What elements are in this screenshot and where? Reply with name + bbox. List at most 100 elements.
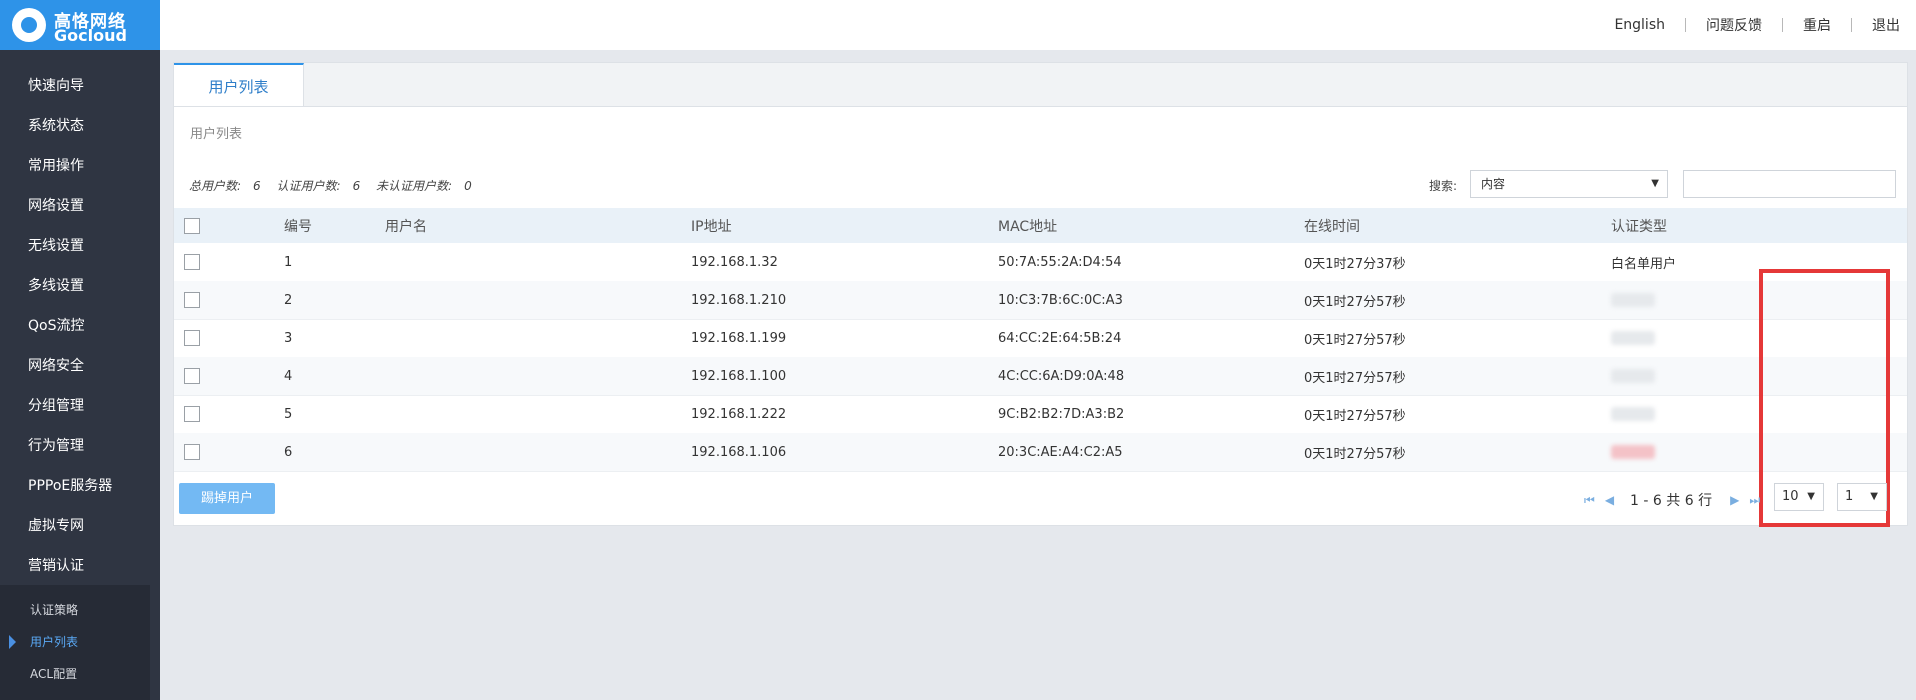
table-row[interactable]: 2 192.168.1.210 10:C3:7B:6C:0C:A3 0天1时27… <box>174 281 1907 320</box>
search-field-value: 内容 <box>1481 177 1506 191</box>
sidebar-item-vpn[interactable]: 虚拟专网 <box>0 506 160 546</box>
cell-mac: 64:CC:2E:64:5B:24 <box>998 330 1122 346</box>
sidebar-item-marketing-auth[interactable]: 营销认证 <box>0 546 160 586</box>
row-checkbox[interactable] <box>184 368 200 384</box>
header-username[interactable]: 用户名 <box>385 208 427 243</box>
sidebar-item-groups[interactable]: 分组管理 <box>0 386 160 426</box>
cell-mac: 4C:CC:6A:D9:0A:48 <box>998 368 1125 384</box>
cell-ip: 192.168.1.106 <box>691 444 787 460</box>
cell-online-time: 0天1时27分57秒 <box>1304 294 1406 310</box>
cell-index: 2 <box>284 292 293 308</box>
kick-user-button[interactable]: 踢掉用户 <box>179 483 275 514</box>
row-select-cell <box>184 357 200 395</box>
cell-mac: 50:7A:55:2A:D4:54 <box>998 254 1122 270</box>
select-all-checkbox[interactable] <box>184 217 200 234</box>
cell-online-time: 0天1时27分57秒 <box>1304 332 1406 348</box>
table-row[interactable]: 3 192.168.1.199 64:CC:2E:64:5B:24 0天1时27… <box>174 319 1907 358</box>
sidebar-item-behavior[interactable]: 行为管理 <box>0 426 160 466</box>
table-row[interactable]: 5 192.168.1.222 9C:B2:B2:7D:A3:B2 0天1时27… <box>174 395 1907 434</box>
cell-ip: 192.168.1.100 <box>691 368 787 384</box>
sidebar-item-wizard[interactable]: 快速向导 <box>0 66 160 106</box>
sidebar-item-security[interactable]: 网络安全 <box>0 346 160 386</box>
header-ip[interactable]: IP地址 <box>691 208 732 243</box>
tab-bar: 用户列表 <box>174 63 1907 107</box>
cell-online-time: 0天1时27分37秒 <box>1304 256 1406 272</box>
cell-ip: 192.168.1.199 <box>691 330 787 346</box>
sidebar-item-multiline[interactable]: 多线设置 <box>0 266 160 306</box>
page-number-select[interactable]: 1 ▼ <box>1837 483 1887 511</box>
next-page-icon[interactable]: ▶ <box>1730 493 1739 507</box>
cloud-logo-icon <box>12 8 46 42</box>
prev-page-icon[interactable]: ◀ <box>1605 493 1614 507</box>
header-index[interactable]: 编号 <box>284 208 312 243</box>
row-select-cell <box>184 395 200 433</box>
cell-index: 5 <box>284 406 293 422</box>
restart-link[interactable]: 重启 <box>1783 15 1851 35</box>
user-list-panel: 用户列表 用户列表 总用户数: 6 认证用户数: 6 未认证用户数: 0 搜索: 内容… <box>173 62 1908 527</box>
brand-name-en: Gocloud <box>54 26 127 45</box>
sidebar-item-pppoe[interactable]: PPPoE服务器 <box>0 466 160 506</box>
user-stats: 总用户数: 6 认证用户数: 6 未认证用户数: 0 <box>189 177 484 194</box>
first-page-icon[interactable]: ⏮ <box>1584 493 1595 508</box>
page-size-select[interactable]: 10 ▼ <box>1774 483 1824 511</box>
search-input[interactable] <box>1683 170 1896 198</box>
subnav-item-acl[interactable]: ACL配置 <box>0 658 150 690</box>
pagination: ⏮ ◀ 1 - 6 共 6 行 ▶ ⏭ <box>1584 490 1770 510</box>
language-link[interactable]: English <box>1594 17 1685 33</box>
header-auth-type[interactable]: 认证类型 <box>1611 208 1667 243</box>
row-checkbox[interactable] <box>184 406 200 422</box>
cell-mac: 20:3C:AE:A4:C2:A5 <box>998 444 1123 460</box>
chevron-down-icon: ▼ <box>1651 178 1659 189</box>
top-links: English 问题反馈 重启 退出 <box>1594 0 1916 50</box>
row-checkbox[interactable] <box>184 254 200 270</box>
subnav-item-auth-policy[interactable]: 认证策略 <box>0 594 150 626</box>
cell-online-time: 0天1时27分57秒 <box>1304 446 1406 462</box>
total-users-value: 6 <box>253 179 261 193</box>
cell-auth-type-redacted <box>1611 433 1655 471</box>
logout-link[interactable]: 退出 <box>1852 15 1916 35</box>
total-users-label: 总用户数: <box>189 179 242 193</box>
table-row[interactable]: 6 192.168.1.106 20:3C:AE:A4:C2:A5 0天1时27… <box>174 433 1907 472</box>
redacted-mask <box>1611 331 1655 345</box>
row-checkbox[interactable] <box>184 292 200 308</box>
cell-mac: 10:C3:7B:6C:0C:A3 <box>998 292 1123 308</box>
header-online-time[interactable]: 在线时间 <box>1304 208 1360 243</box>
subnav-item-label: 用户列表 <box>30 635 79 649</box>
row-select-cell <box>184 281 200 319</box>
redacted-mask <box>1611 369 1655 383</box>
page-size-value: 10 <box>1782 489 1799 504</box>
sidebar: 高恪网络 Gocloud 快速向导 系统状态 常用操作 网络设置 无线设置 多线… <box>0 0 160 700</box>
sidebar-item-network[interactable]: 网络设置 <box>0 186 160 226</box>
search-field-select[interactable]: 内容 ▼ <box>1470 170 1668 198</box>
sidebar-item-system-status[interactable]: 系统状态 <box>0 106 160 146</box>
sidebar-item-wireless[interactable]: 无线设置 <box>0 226 160 266</box>
cell-auth-type-redacted <box>1611 281 1655 319</box>
brand-logo[interactable]: 高恪网络 Gocloud <box>0 0 160 50</box>
chevron-down-icon: ▼ <box>1807 491 1815 502</box>
row-checkbox[interactable] <box>184 330 200 346</box>
unauth-users-label: 未认证用户数: <box>376 179 453 193</box>
cell-auth-type: 白名单用户 <box>1611 256 1677 272</box>
feedback-link[interactable]: 问题反馈 <box>1686 15 1782 35</box>
cell-index: 6 <box>284 444 293 460</box>
header-mac[interactable]: MAC地址 <box>998 208 1057 243</box>
subnav-item-user-list[interactable]: 用户列表 <box>0 626 150 658</box>
last-page-icon[interactable]: ⏭ <box>1749 493 1760 508</box>
auth-users-value: 6 <box>352 179 361 193</box>
unauth-users-value: 0 <box>464 179 472 193</box>
page-number-value: 1 <box>1845 489 1854 504</box>
page-info: 1 - 6 共 6 行 <box>1630 493 1713 509</box>
table-row[interactable]: 1 192.168.1.32 50:7A:55:2A:D4:54 0天1时27分… <box>174 243 1907 282</box>
auth-users-label: 认证用户数: <box>276 179 341 193</box>
tab-user-list[interactable]: 用户列表 <box>174 63 304 106</box>
cell-auth-type-redacted <box>1611 357 1655 395</box>
sidebar-item-qos[interactable]: QoS流控 <box>0 306 160 346</box>
cell-online-time: 0天1时27分57秒 <box>1304 408 1406 424</box>
row-select-cell <box>184 319 200 357</box>
sidebar-item-common-ops[interactable]: 常用操作 <box>0 146 160 186</box>
cell-index: 1 <box>284 254 293 270</box>
cell-ip: 192.168.1.210 <box>691 292 787 308</box>
row-checkbox[interactable] <box>184 444 200 460</box>
table-row[interactable]: 4 192.168.1.100 4C:CC:6A:D9:0A:48 0天1时27… <box>174 357 1907 396</box>
main-nav: 快速向导 系统状态 常用操作 网络设置 无线设置 多线设置 QoS流控 网络安全… <box>0 66 160 586</box>
